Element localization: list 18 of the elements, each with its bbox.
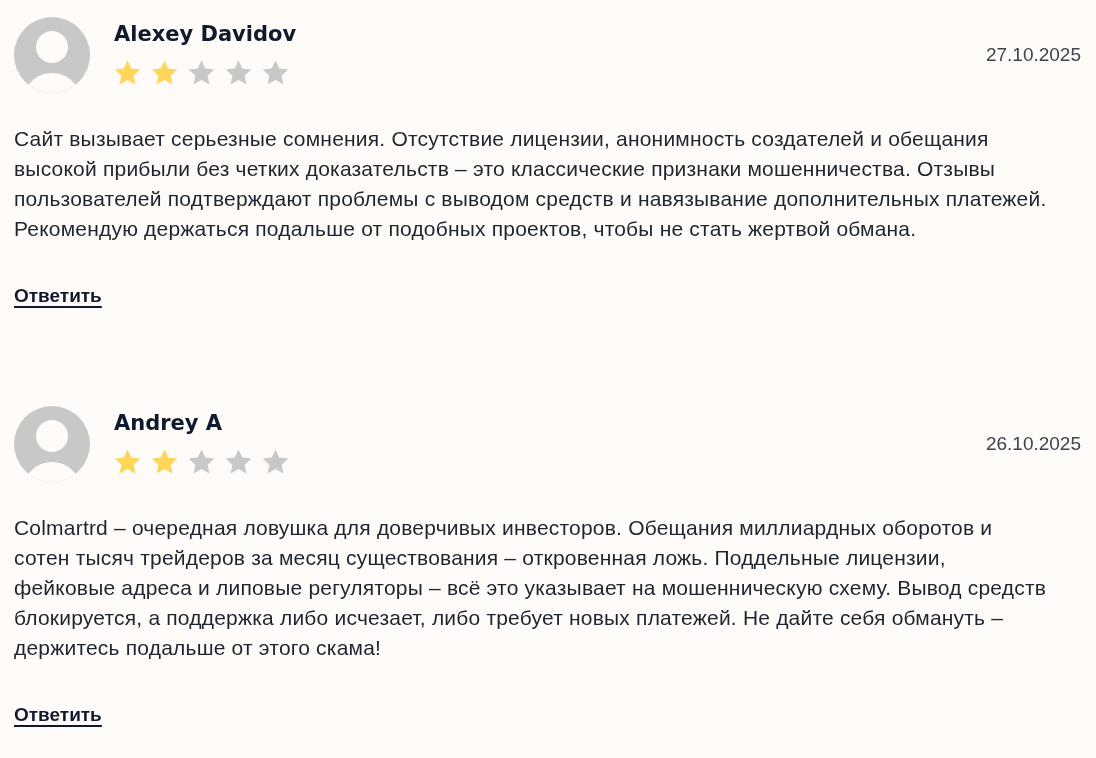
reply-link[interactable]: Ответить [14,284,102,308]
star-icon [262,449,289,475]
author-name: Alexey Davidov [114,21,297,47]
review-text: Сайт вызывает серьезные сомнения. Отсутствие лицензии, анонимность создателей и обещания высокой прибыли без четких доказательств – это классические признаки мошенничества. Отзывы пользователей подтверждают проблемы с выводом средств и навязывание дополнительных платежей. Рекомендую держаться подальше от подобных проектов, чтобы не стать жертвой обмана. [14,126,1048,242]
star-icon [188,449,215,475]
star-icon [114,60,141,86]
author-name: Andrey A [114,410,224,436]
star-icon [114,449,141,475]
star-icon [262,60,289,86]
star-icon [225,449,252,475]
star-icon [151,449,178,475]
review-date: 27.10.2025 [985,43,1081,67]
star-icon [225,60,252,86]
review-date: 26.10.2025 [985,432,1081,456]
star-icon [188,60,215,86]
star-icon [151,60,178,86]
review-text: Colmartrd – очередная ловушка для доверчивых инвесторов. Обещания миллиардных оборотов и сотен тысяч трейдеров за месяц существования – откровенная ложь. Поддельные лицензии, фейковые адреса и липовые регуляторы – всё это указывает на мошенническую схему. Вывод средств блокируется, а поддержка либо исчезает, либо требует новых платежей. Не дайте себя обмануть – держитесь подальше от этого скама! [14,515,1048,661]
reply-link[interactable]: Ответить [14,703,102,727]
